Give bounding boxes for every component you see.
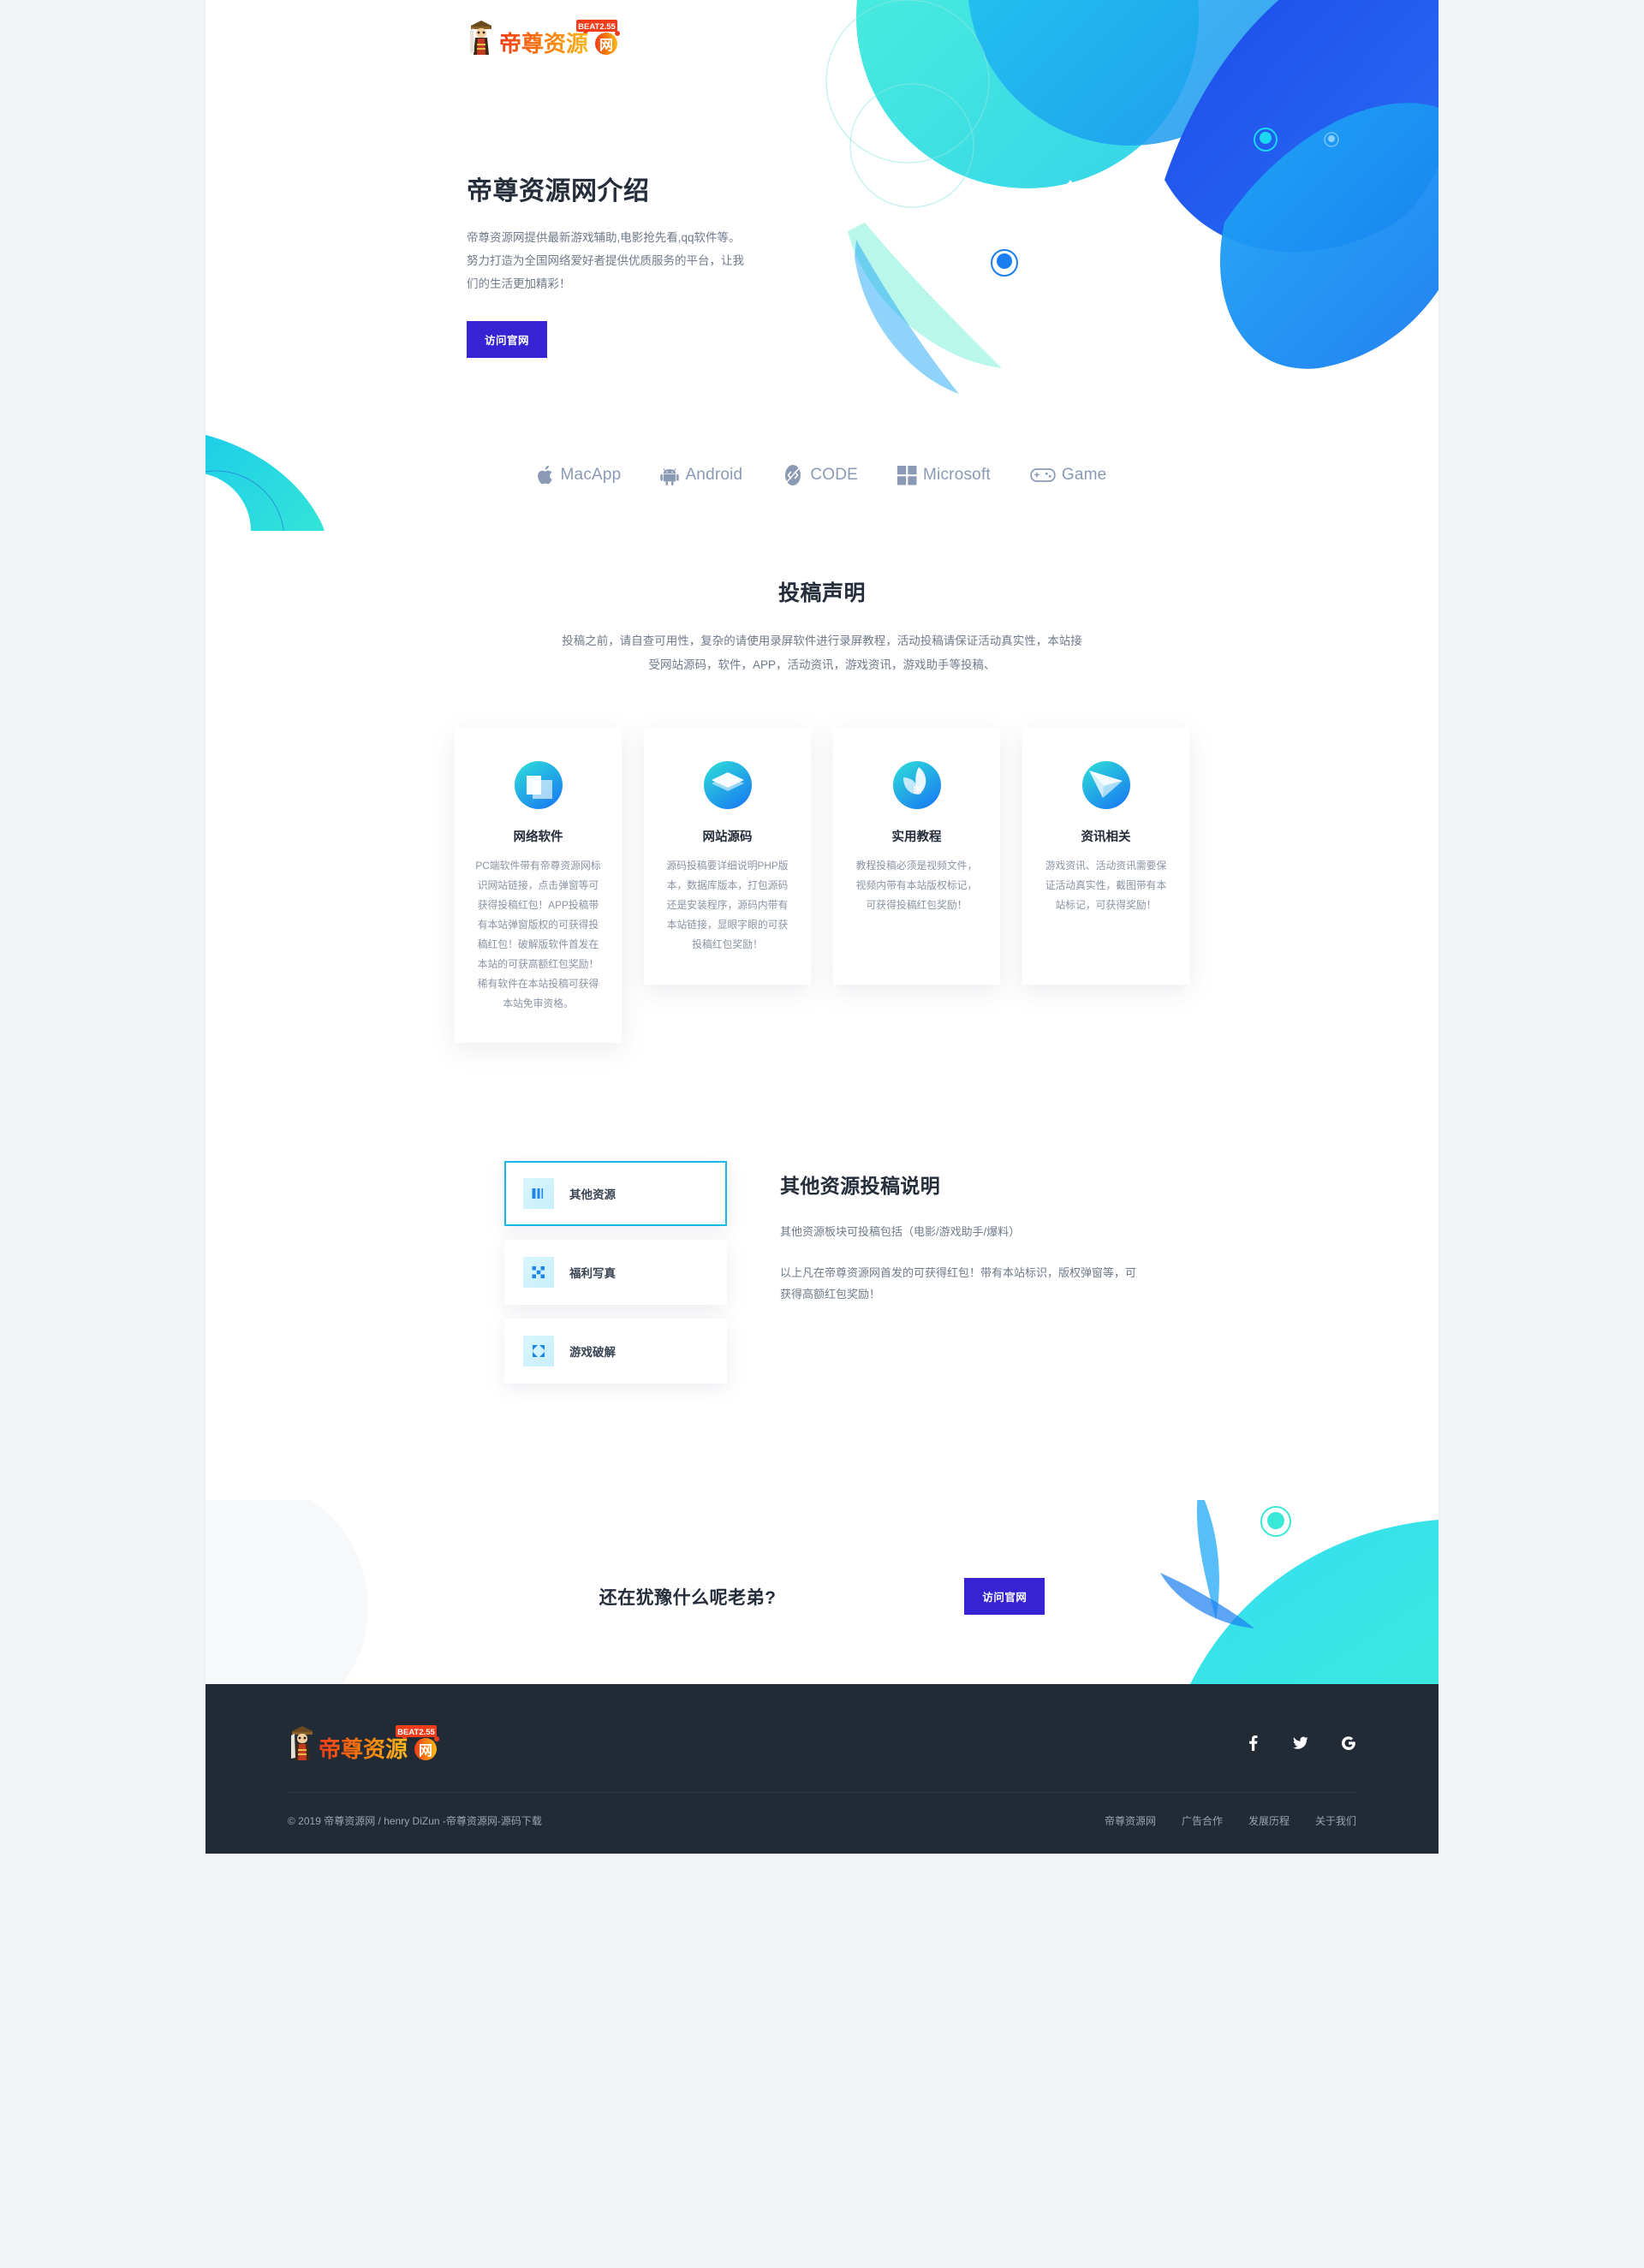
cta-inner: 还在犹豫什么呢老弟? 访问官网	[206, 1500, 1438, 1684]
google-icon[interactable]	[1341, 1735, 1356, 1751]
hero-section: BEAT2.55 帝尊资源 网 帝尊资源网介绍 帝尊资源网提供最新游戏辅助,电影…	[206, 0, 1438, 531]
code-icon	[785, 465, 801, 485]
platform-game[interactable]: Game	[1030, 466, 1107, 485]
platform-label: MacApp	[560, 466, 622, 484]
card-title: 资讯相关	[1081, 830, 1131, 845]
tab-welfare-photos[interactable]: 福利写真	[504, 1240, 727, 1306]
tab-panel-content: 其他资源投稿说明 其他资源板块可投稿包括（电影/游戏助手/爆料） 以上凡在帝尊资…	[780, 1154, 1140, 1397]
expand-arrows-icon	[533, 1345, 545, 1358]
footer-link-about[interactable]: 关于我们	[1315, 1813, 1356, 1828]
apple-icon	[537, 465, 552, 485]
leaf-drop-icon	[892, 761, 941, 810]
tab-game-crack[interactable]: 游戏破解	[504, 1319, 727, 1384]
footer-bottom-row: © 2019 帝尊资源网 / henry DiZun -帝尊资源网-源码下载 帝…	[288, 1792, 1356, 1828]
site-logo[interactable]: BEAT2.55 帝尊资源 网	[467, 14, 626, 62]
svg-text:帝尊资源: 帝尊资源	[319, 1736, 408, 1761]
declaration-description: 投稿之前，请自查可用性，复杂的请使用录屏软件进行录屏教程，活动投稿请保证活动真实…	[562, 634, 1082, 671]
platform-microsoft[interactable]: Microsoft	[897, 465, 991, 485]
resource-tabs-section: 其他资源 福利写真 游戏破解 其他资源投稿说明 其他资源板块可投稿包括（电影/游…	[206, 1128, 1438, 1500]
footer-copyright: © 2019 帝尊资源网 / henry DiZun -帝尊资源网-源码下载	[288, 1815, 542, 1828]
declaration-title: 投稿声明	[777, 581, 866, 605]
logo-wordmark: BEAT2.55 帝尊资源 网	[499, 20, 620, 56]
microsoft-icon	[897, 465, 917, 485]
footer-top-row: BEAT2.55 帝尊资源 网	[288, 1723, 1356, 1792]
svg-text:帝尊资源: 帝尊资源	[499, 31, 588, 56]
declaration-section: 投稿声明 投稿之前，请自查可用性，复杂的请使用录屏软件进行录屏教程，活动投稿请保…	[206, 516, 1438, 676]
expand-arrows-icon-box	[523, 1336, 554, 1367]
platform-label: CODE	[810, 466, 859, 484]
scatter-squares-icon-box	[523, 1257, 554, 1289]
feature-cards-row: 网络软件 PC端软件带有帝尊资源网标识网站链接，点击弹窗等可获得投稿红包！APP…	[206, 676, 1438, 1128]
cta-title: 还在犹豫什么呢老弟?	[599, 1587, 777, 1608]
footer-link-site[interactable]: 帝尊资源网	[1105, 1813, 1156, 1828]
tab-panel-title: 其他资源投稿说明	[780, 1175, 941, 1198]
mascot-icon	[470, 21, 491, 55]
footer-logo[interactable]: BEAT2.55 帝尊资源 网	[288, 1723, 445, 1763]
cta-visit-official-site-button[interactable]: 访问官网	[964, 1578, 1045, 1616]
card-body: 游戏资讯、活动资讯需要保证活动真实性，截图带有本站标记，可获得奖励！	[1045, 860, 1167, 912]
scatter-squares-icon	[532, 1266, 545, 1279]
tab-panel-paragraph-1: 其他资源板块可投稿包括（电影/游戏助手/爆料）	[780, 1225, 1021, 1239]
svg-text:网: 网	[599, 38, 613, 53]
tab-other-resources[interactable]: 其他资源	[504, 1161, 727, 1227]
platform-macapp[interactable]: MacApp	[537, 465, 622, 485]
card-news-related[interactable]: 资讯相关 游戏资讯、活动资讯需要保证活动真实性，截图带有本站标记，可获得奖励！	[1022, 728, 1189, 985]
landing-page: BEAT2.55 帝尊资源 网 帝尊资源网介绍 帝尊资源网提供最新游戏辅助,电影…	[206, 0, 1438, 1854]
platform-label: Microsoft	[923, 466, 991, 484]
hero-visit-official-site-button[interactable]: 访问官网	[467, 321, 548, 358]
footer-social-links	[1245, 1735, 1356, 1752]
card-body: 教程投稿必须是视频文件，视频内带有本站版权标记，可获得投稿红包奖励！	[855, 860, 978, 912]
platform-code[interactable]: CODE	[782, 464, 858, 486]
android-icon	[660, 468, 680, 485]
tab-label: 其他资源	[569, 1188, 616, 1202]
gamepad-icon	[1030, 468, 1056, 482]
footer-nav-links: 帝尊资源网 广告合作 发展历程 关于我们	[1105, 1813, 1356, 1828]
card-website-source[interactable]: 网站源码 源码投稿要详细说明PHP版本，数据库版本，打包源码还是安装程序，源码内…	[644, 728, 811, 985]
card-body: PC端软件带有帝尊资源网标识网站链接，点击弹窗等可获得投稿红包！APP投稿带有本…	[475, 860, 601, 1010]
site-footer: BEAT2.55 帝尊资源 网 © 2019 帝尊资源网 / henry DiZ…	[206, 1684, 1438, 1854]
tab-panel-paragraph-2: 以上凡在帝尊资源网首发的可获得红包！带有本站标识，版权弹窗等，可获得高额红包奖励…	[780, 1265, 1137, 1301]
footer-logo-wordmark: BEAT2.55 帝尊资源 网	[319, 1725, 439, 1761]
footer-link-history[interactable]: 发展历程	[1248, 1813, 1290, 1828]
footer-mascot-icon	[291, 1726, 313, 1761]
card-title: 网络软件	[513, 830, 563, 845]
layers-diamond-icon	[703, 761, 752, 810]
hero-decoration-artwork	[825, 0, 1438, 449]
tab-label: 游戏破解	[569, 1346, 616, 1360]
window-stack-icon	[514, 761, 563, 810]
card-title: 实用教程	[891, 830, 942, 845]
twitter-icon[interactable]	[1293, 1735, 1308, 1751]
platform-android[interactable]: Android	[660, 465, 742, 485]
tabs-list: 其他资源 福利写真 游戏破解	[504, 1154, 727, 1397]
bars-icon	[532, 1188, 544, 1199]
card-practical-tutorial[interactable]: 实用教程 教程投稿必须是视频文件，视频内带有本站版权标记，可获得投稿红包奖励！	[833, 728, 1000, 985]
card-body: 源码投稿要详细说明PHP版本，数据库版本，打包源码还是安装程序，源码内带有本站链…	[666, 860, 789, 951]
paper-plane-icon	[1081, 761, 1130, 810]
hero-copy-block: 帝尊资源网介绍 帝尊资源网提供最新游戏辅助,电影抢先看,qq软件等。努力打造为全…	[467, 170, 766, 358]
tab-label: 福利写真	[569, 1267, 616, 1281]
card-network-software[interactable]: 网络软件 PC端软件带有帝尊资源网标识网站链接，点击弹窗等可获得投稿红包！APP…	[455, 728, 622, 1044]
platform-logos-strip: MacApp Android CODE Microsoft Game	[206, 452, 1438, 515]
platform-label: Android	[685, 466, 743, 484]
cta-section: 还在犹豫什么呢老弟? 访问官网	[206, 1500, 1438, 1685]
facebook-icon[interactable]	[1245, 1735, 1260, 1752]
hero-description: 帝尊资源网提供最新游戏辅助,电影抢先看,qq软件等。努力打造为全国网络爱好者提供…	[467, 231, 744, 290]
bars-icon-box	[523, 1178, 554, 1210]
platform-label: Game	[1061, 466, 1107, 484]
card-title: 网站源码	[702, 830, 753, 845]
hero-title: 帝尊资源网介绍	[467, 177, 650, 205]
svg-text:网: 网	[419, 1743, 432, 1759]
footer-link-advertising[interactable]: 广告合作	[1182, 1813, 1223, 1828]
